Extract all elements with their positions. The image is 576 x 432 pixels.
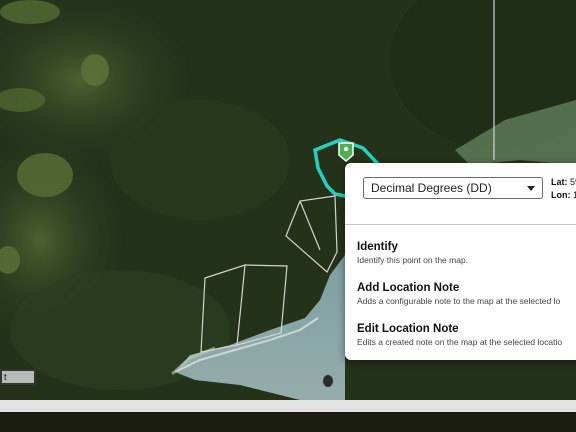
coordinate-format-select[interactable]: Decimal Degrees (DD) xyxy=(363,177,543,199)
lat-label: Lat: xyxy=(551,177,568,187)
scale-bar: t xyxy=(0,369,36,385)
menu-item-edit-location-note[interactable]: Edit Location Note Edits a created note … xyxy=(357,323,576,347)
menu-item-description: Edits a created note on the map at the s… xyxy=(357,337,563,347)
menu-item-add-location-note[interactable]: Add Location Note Adds a configurable no… xyxy=(357,282,576,306)
lon-label: Lon: xyxy=(551,190,571,200)
menu-item-identify[interactable]: Identify Identify this point on the map. xyxy=(357,241,576,265)
popup-header: Decimal Degrees (DD) Lat: 59 Lon: 1 xyxy=(345,163,576,225)
taskbar xyxy=(0,412,576,432)
map-footer-strip xyxy=(0,400,576,412)
lat-value: 59 xyxy=(570,177,576,187)
coordinate-format-value: Decimal Degrees (DD) xyxy=(371,181,492,195)
menu-item-title: Add Location Note xyxy=(357,282,460,294)
chevron-down-icon xyxy=(527,186,535,191)
menu-item-description: Adds a configurable note to the map at t… xyxy=(357,296,561,306)
menu-item-title: Identify xyxy=(357,241,398,253)
menu-item-description: Identify this point on the map. xyxy=(357,255,469,265)
scale-text: t xyxy=(4,372,7,382)
context-popup: Decimal Degrees (DD) Lat: 59 Lon: 1 Iden… xyxy=(345,163,576,360)
coordinate-readout: Lat: 59 Lon: 1 xyxy=(551,176,576,202)
menu-item-title: Edit Location Note xyxy=(357,323,459,335)
